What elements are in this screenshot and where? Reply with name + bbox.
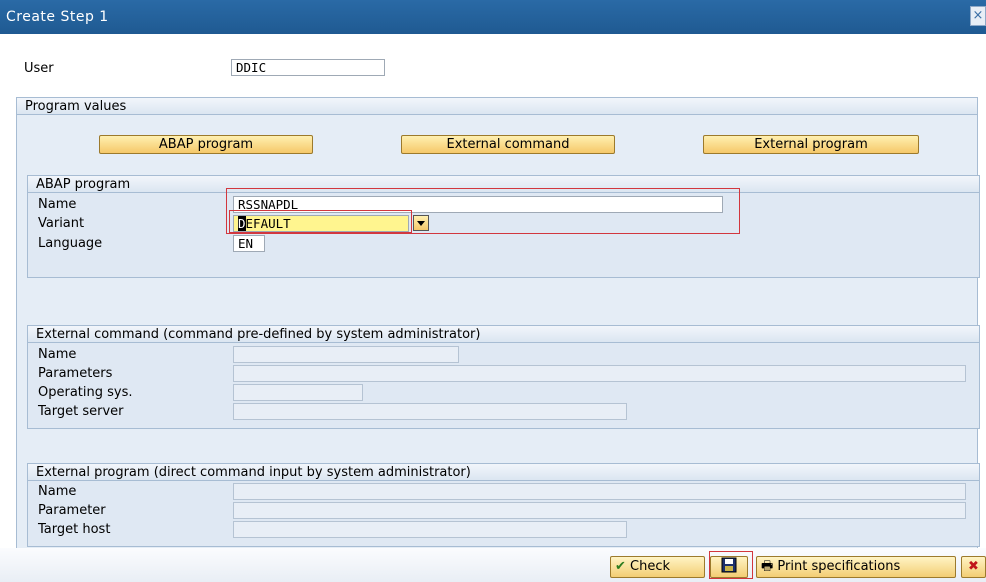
parameters-label: Parameters	[38, 366, 113, 381]
target-server-field[interactable]	[233, 403, 627, 420]
user-field[interactable]: DDIC	[231, 59, 385, 76]
printer-icon: 🖶	[761, 559, 774, 574]
program-values-title: Program values	[17, 98, 977, 115]
external-command-button[interactable]: External command	[401, 135, 615, 154]
external-program-group: External program (direct command input b…	[27, 463, 980, 547]
variant-dropdown-icon[interactable]	[413, 215, 429, 231]
user-label: User	[24, 61, 54, 76]
external-program-title: External program (direct command input b…	[28, 464, 979, 481]
parameter-field[interactable]	[233, 502, 966, 519]
abap-program-group: ABAP program Name RSSNAPDL Variant DEFAU…	[27, 175, 980, 278]
language-field[interactable]: EN	[233, 235, 265, 252]
operating-sys-label: Operating sys.	[38, 385, 133, 400]
save-icon	[721, 557, 737, 573]
program-values-group: Program values ABAP program External com…	[16, 97, 980, 564]
external-command-title: External command (command pre-defined by…	[28, 326, 979, 343]
checkmark-icon: ✔	[615, 559, 626, 574]
variant-label: Variant	[38, 216, 85, 231]
abap-program-title: ABAP program	[28, 176, 979, 193]
save-button[interactable]	[710, 556, 748, 578]
ext-cmd-name-label: Name	[38, 347, 77, 362]
close-icon[interactable]: ×	[970, 6, 986, 26]
cancel-button[interactable]: ✖	[961, 556, 986, 578]
external-command-group: External command (command pre-defined by…	[27, 325, 980, 429]
target-host-label: Target host	[38, 522, 111, 537]
print-specifications-button[interactable]: 🖶 Print specifications	[756, 556, 956, 578]
check-button[interactable]: ✔ Check	[610, 556, 705, 578]
abap-name-label: Name	[38, 197, 77, 212]
target-host-field[interactable]	[233, 521, 627, 538]
abap-program-button[interactable]: ABAP program	[99, 135, 313, 154]
parameters-field[interactable]	[233, 365, 966, 382]
dialog-content: User DDIC Program values ABAP program Ex…	[0, 34, 986, 582]
print-label: Print specifications	[777, 559, 901, 574]
cancel-x-icon: ✖	[968, 559, 979, 574]
check-label: Check	[630, 559, 671, 574]
language-label: Language	[38, 236, 103, 251]
dialog-title: Create Step 1	[6, 9, 109, 25]
parameter-label: Parameter	[38, 503, 106, 518]
variant-field[interactable]: DEFAULT	[233, 215, 409, 232]
ext-cmd-name-field[interactable]	[233, 346, 459, 363]
abap-name-field[interactable]: RSSNAPDL	[233, 196, 723, 213]
ext-prog-name-label: Name	[38, 484, 77, 499]
target-server-label: Target server	[38, 404, 124, 419]
operating-sys-field[interactable]	[233, 384, 363, 401]
ext-prog-name-field[interactable]	[233, 483, 966, 500]
text-cursor: D	[238, 216, 246, 231]
external-program-button[interactable]: External program	[703, 135, 919, 154]
dialog-titlebar: Create Step 1 ×	[0, 0, 986, 34]
variant-value: EFAULT	[245, 216, 291, 231]
